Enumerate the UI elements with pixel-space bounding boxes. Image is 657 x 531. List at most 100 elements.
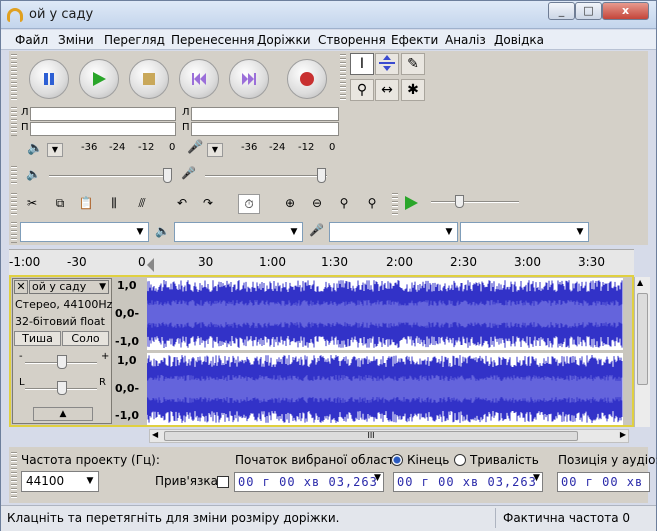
slider-thumb[interactable] xyxy=(317,168,326,183)
slider-thumb[interactable] xyxy=(455,195,464,208)
device-grip[interactable] xyxy=(11,221,17,243)
scroll-right-icon[interactable]: ▶ xyxy=(620,430,626,439)
ruler-label: 1:00 xyxy=(259,255,286,269)
waveform-right-channel[interactable] xyxy=(147,353,623,425)
snap-to-checkbox[interactable] xyxy=(217,476,229,488)
undo-icon[interactable]: ↶ xyxy=(171,194,193,214)
fit-selection-icon[interactable]: ⚲ xyxy=(333,194,355,214)
audio-position-time[interactable]: 00 г 00 хв xyxy=(557,472,650,492)
slider-thumb[interactable] xyxy=(57,381,67,395)
pause-button[interactable] xyxy=(29,59,69,99)
envelope-tool-icon[interactable] xyxy=(375,53,399,75)
playhead-marker[interactable] xyxy=(147,258,154,272)
selection-start-time[interactable]: 00 г 00 хв 03,263 с xyxy=(234,472,384,492)
menu-help[interactable]: Довідка xyxy=(494,33,544,47)
trim-icon[interactable]: ⫼ xyxy=(103,194,125,214)
speaker-icon[interactable]: 🔈 xyxy=(27,141,43,156)
menu-tracks[interactable]: Доріжки xyxy=(257,33,311,47)
host-select[interactable]: ▼ xyxy=(20,222,149,242)
waveform-left-channel[interactable] xyxy=(147,278,623,350)
track-name-button[interactable]: ой у саду ▼ xyxy=(29,280,109,294)
playat-grip[interactable] xyxy=(392,192,398,216)
selection-end-time[interactable]: 00 г 00 хв 03,263 с xyxy=(393,472,543,492)
chevron-down-icon[interactable]: ▼ xyxy=(533,473,540,483)
paste-icon[interactable]: 📋 xyxy=(75,194,97,214)
solo-button[interactable]: Соло xyxy=(62,331,109,346)
chevron-down-icon[interactable]: ▼ xyxy=(207,143,223,157)
multi-tool-icon[interactable]: ✱ xyxy=(401,79,425,101)
menu-analyze[interactable]: Аналіз xyxy=(445,33,486,47)
draw-tool-icon[interactable]: ✎ xyxy=(401,53,425,75)
zoom-tool-icon[interactable]: ⚲ xyxy=(350,79,374,101)
menu-edit[interactable]: Зміни xyxy=(58,33,94,47)
scroll-thumb[interactable]: III xyxy=(164,431,578,441)
sync-lock-icon[interactable]: ⏱ xyxy=(238,194,260,214)
menu-transport[interactable]: Перенесення xyxy=(171,33,255,47)
chevron-down-icon[interactable]: ▼ xyxy=(47,143,63,157)
input-volume-icon: 🎤 xyxy=(181,166,196,180)
playback-meter-left[interactable] xyxy=(30,107,176,121)
record-meter-right[interactable] xyxy=(191,122,339,136)
play-at-speed-icon[interactable] xyxy=(403,195,419,214)
slider-thumb[interactable] xyxy=(163,168,172,183)
mute-button[interactable]: Тиша xyxy=(14,331,61,346)
edit-grip[interactable] xyxy=(11,192,17,216)
copy-icon[interactable]: ⧉ xyxy=(49,194,71,214)
skip-start-button[interactable] xyxy=(179,59,219,99)
tools-grip[interactable] xyxy=(340,53,346,101)
chevron-down-icon[interactable]: ▼ xyxy=(374,473,381,483)
record-button[interactable] xyxy=(287,59,327,99)
menu-effects[interactable]: Ефекти xyxy=(391,33,438,47)
toolbar-grip[interactable] xyxy=(11,53,17,101)
microphone-icon[interactable]: 🎤 xyxy=(187,140,203,155)
play-button[interactable] xyxy=(79,59,119,99)
minimize-button[interactable]: _ xyxy=(548,2,575,20)
timeline-ruler[interactable]: -1:00 -30 0 30 1:00 1:30 2:00 2:30 3:00 … xyxy=(9,249,634,275)
collapse-track-button[interactable]: ▲ xyxy=(33,407,93,421)
playback-meter-right[interactable] xyxy=(30,122,176,136)
channels-select[interactable]: ▼ xyxy=(460,222,589,242)
zoom-out-icon[interactable]: ⊖ xyxy=(306,194,328,214)
slider-thumb[interactable] xyxy=(57,355,67,369)
close-button[interactable]: x xyxy=(602,2,649,20)
length-radio[interactable] xyxy=(454,454,466,466)
close-track-icon[interactable]: ✕ xyxy=(14,280,28,294)
selection-tool-icon[interactable]: I xyxy=(350,53,374,75)
silence-icon[interactable]: ⫻ xyxy=(131,194,153,214)
skip-end-button[interactable] xyxy=(229,59,269,99)
project-rate-select[interactable]: 44100 ▼ xyxy=(21,471,99,492)
zoom-in-icon[interactable]: ⊕ xyxy=(279,194,301,214)
fit-project-icon[interactable]: ⚲ xyxy=(361,194,383,214)
scroll-thumb[interactable] xyxy=(637,293,648,385)
input-device-select[interactable]: ▼ xyxy=(329,222,458,242)
window-title: ой у саду xyxy=(29,7,94,22)
timeshift-tool-icon[interactable]: ↔ xyxy=(375,79,399,101)
playback-speed-slider[interactable] xyxy=(431,201,519,203)
scroll-left-icon[interactable]: ◀ xyxy=(152,430,158,439)
end-radio[interactable] xyxy=(391,454,403,466)
scroll-up-icon[interactable]: ▲ xyxy=(637,278,643,287)
output-device-select[interactable]: ▼ xyxy=(174,222,303,242)
speaker-icon: 🔈 xyxy=(155,224,170,238)
meter-grip[interactable] xyxy=(11,106,17,136)
selection-grip[interactable] xyxy=(11,451,17,499)
length-label: Тривалість xyxy=(470,453,539,467)
record-meter-left[interactable] xyxy=(191,107,339,121)
stop-button[interactable] xyxy=(129,59,169,99)
plus-icon: + xyxy=(101,351,110,362)
ruler-label: 30 xyxy=(198,255,214,269)
chevron-down-icon: ▼ xyxy=(445,227,453,237)
horizontal-scrollbar[interactable]: ◀ III ▶ xyxy=(149,429,629,443)
track-rate: Стерео, 44100Hz xyxy=(15,298,113,311)
status-bar: Клацніть та перетягніть для зміни розмір… xyxy=(1,505,656,531)
input-volume-slider[interactable] xyxy=(205,175,327,177)
vertical-scrollbar[interactable]: ▲ xyxy=(634,277,650,427)
maximize-button[interactable]: □ xyxy=(575,2,602,20)
redo-icon[interactable]: ↷ xyxy=(197,194,219,214)
menu-view[interactable]: Перегляд xyxy=(104,33,165,47)
mixer-grip[interactable] xyxy=(11,165,17,185)
menu-generate[interactable]: Створення xyxy=(318,33,386,47)
menu-file[interactable]: Файл xyxy=(15,33,48,47)
cut-icon[interactable]: ✂ xyxy=(21,194,43,214)
output-volume-slider[interactable] xyxy=(49,175,169,177)
